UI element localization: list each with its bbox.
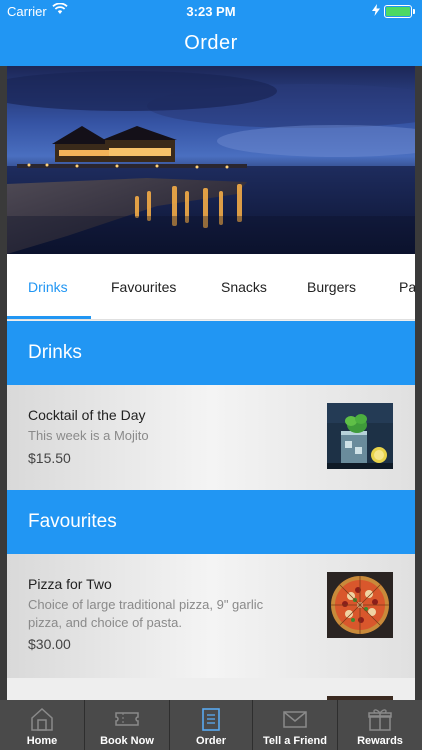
menu-book-icon <box>198 706 224 732</box>
tabbar-item-book-now[interactable]: Book Now <box>85 700 169 750</box>
tabbar-item-order[interactable]: Order <box>170 700 252 750</box>
tabbar-label: Book Now <box>100 735 154 747</box>
app-header: Carrier 3:23 PM Order <box>0 0 422 66</box>
order-content[interactable]: Drinks Favourites Snacks Burgers Pa Drin… <box>7 66 415 700</box>
mail-icon <box>282 706 308 732</box>
category-tabs: Drinks Favourites Snacks Burgers Pa <box>7 254 415 320</box>
status-bar: Carrier 3:23 PM <box>0 0 422 22</box>
tabbar-item-tell-a-friend[interactable]: Tell a Friend <box>253 700 337 750</box>
tabbar-label: Rewards <box>357 735 403 747</box>
tabbar-label: Order <box>196 735 226 747</box>
section-header-favourites: Favourites <box>7 490 415 554</box>
charging-icon <box>372 4 380 19</box>
tabbar-label: Tell a Friend <box>263 735 327 747</box>
active-tab-indicator <box>7 316 91 319</box>
item-description-line: Choice of large traditional pizza, 9" ga… <box>28 597 264 612</box>
battery-icon <box>384 5 412 18</box>
tabbar-item-rewards[interactable]: Rewards <box>338 700 422 750</box>
bottom-tab-bar: Home Book Now Order Tell a Friend Reward… <box>0 700 422 750</box>
item-description-line: This week is a Mojito <box>28 428 149 443</box>
gift-icon <box>367 706 393 732</box>
pizza-image <box>327 572 393 638</box>
tab-favourites[interactable]: Favourites <box>111 254 176 320</box>
status-time: 3:23 PM <box>186 4 236 19</box>
section-header-drinks: Drinks <box>7 321 415 385</box>
mojito-image <box>327 403 393 469</box>
tab-drinks[interactable]: Drinks <box>28 254 68 320</box>
tab-pa[interactable]: Pa <box>399 254 415 320</box>
item-price: $15.50 <box>28 450 71 466</box>
item-description-line: pizza, and choice of pasta. <box>28 615 182 630</box>
home-icon <box>29 706 55 732</box>
item-description: Choice of large traditional pizza, 9" ga… <box>28 596 263 632</box>
tab-snacks[interactable]: Snacks <box>221 254 267 320</box>
item-name: Cocktail of the Day <box>28 407 146 423</box>
ticket-icon <box>114 706 140 732</box>
tabbar-label: Home <box>26 735 58 747</box>
menu-item-pizza[interactable]: Pizza for Two Choice of large traditiona… <box>7 554 415 678</box>
page-title: Order <box>184 32 238 54</box>
item-price: $30.00 <box>28 636 71 652</box>
item-name: Pizza for Two <box>28 576 112 592</box>
menu-item-cocktail[interactable]: Cocktail of the Day This week is a Mojit… <box>7 385 415 491</box>
tabbar-item-home[interactable]: Home <box>0 700 84 750</box>
tab-burgers[interactable]: Burgers <box>307 254 356 320</box>
battery-tip <box>413 9 415 14</box>
hero-image <box>7 66 415 254</box>
item-description: This week is a Mojito <box>28 427 149 445</box>
